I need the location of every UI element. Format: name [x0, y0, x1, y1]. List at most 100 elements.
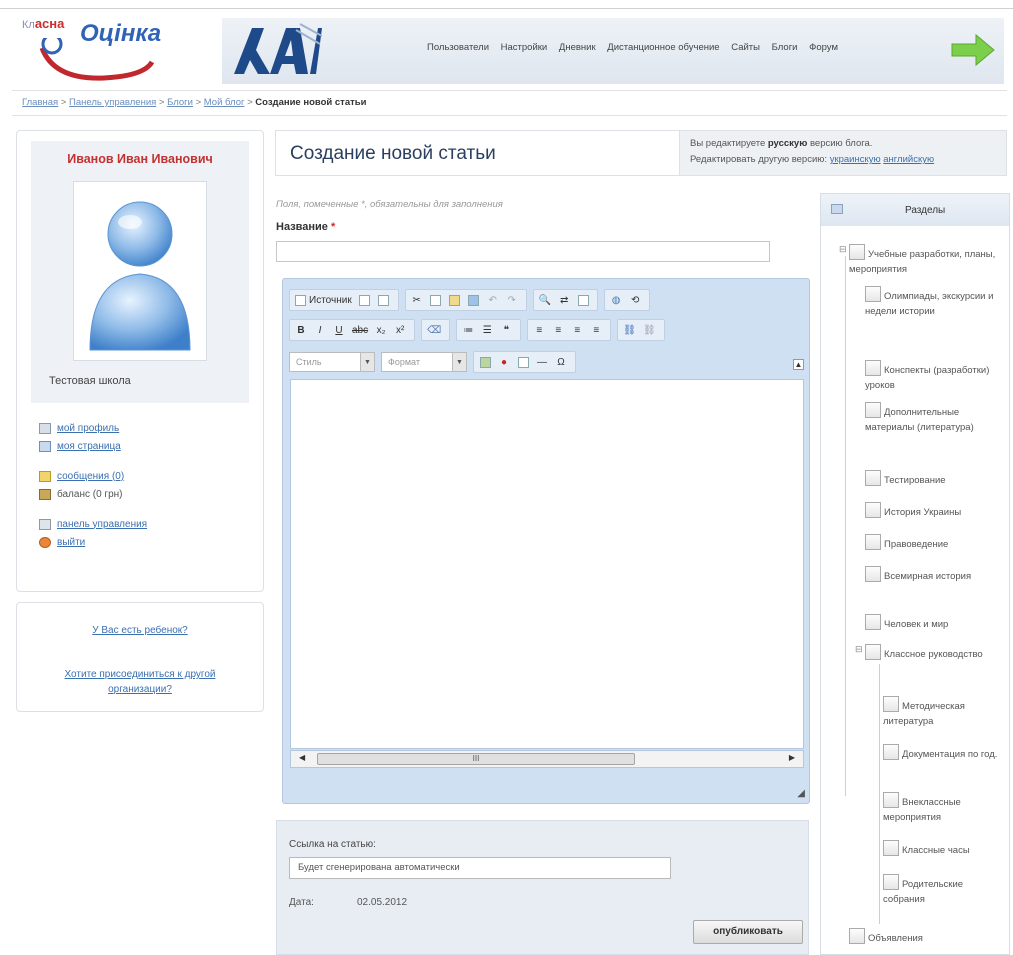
table-button[interactable] [515, 352, 531, 372]
section-item[interactable]: Правоведение [865, 534, 1007, 552]
preview-button[interactable] [357, 290, 373, 310]
date-value[interactable]: 02.05.2012 [357, 897, 407, 908]
align-right-button[interactable]: ≡ [569, 320, 585, 340]
undo-button[interactable]: ↶ [485, 290, 501, 310]
breadcrumb-control-panel[interactable]: Панель управления [69, 97, 156, 108]
nav-sites[interactable]: Сайты [731, 42, 760, 53]
join-organization-link[interactable]: Хотите присоединиться к другой организац… [37, 667, 243, 697]
underline-button[interactable]: U [331, 320, 347, 340]
article-link-input[interactable]: Будет сгенерирована автоматически [289, 857, 671, 879]
checkbox[interactable] [865, 470, 881, 486]
nav-forum[interactable]: Форум [809, 42, 838, 53]
bulleted-list-button[interactable]: ☰ [479, 320, 495, 340]
section-item[interactable]: Тестирование [865, 470, 1007, 488]
horizontal-rule-button[interactable]: — [534, 352, 550, 372]
style-select[interactable]: Стиль ▼ [289, 352, 375, 372]
have-child-link[interactable]: У Вас есть ребенок? [17, 625, 263, 636]
breadcrumb-home[interactable]: Главная [22, 97, 58, 108]
link-my-profile[interactable]: мой профиль [39, 419, 147, 437]
title-input[interactable] [276, 241, 770, 262]
justify-button[interactable]: ≡ [588, 320, 604, 340]
checkbox[interactable] [849, 244, 865, 260]
bold-button[interactable]: B [293, 320, 309, 340]
numbered-list-button[interactable]: ≔ [460, 320, 476, 340]
section-item[interactable]: Олимпиады, экскурсии и недели истории [865, 286, 1007, 319]
unlink-button[interactable]: ⛓ [641, 320, 658, 340]
my-profile-link[interactable]: мой профиль [57, 423, 119, 434]
nav-diary[interactable]: Дневник [559, 42, 596, 53]
avatar[interactable] [73, 181, 207, 361]
eraser-button[interactable]: ⌫ [425, 320, 443, 340]
collapse-toolbar-button[interactable]: ▲ [793, 359, 804, 370]
section-item[interactable]: История Украины [865, 502, 1007, 520]
section-item[interactable]: Методическая литература [883, 696, 1007, 729]
select-all-button[interactable] [575, 290, 591, 310]
section-item[interactable]: Классные часы [883, 840, 1007, 858]
checkbox[interactable] [883, 744, 899, 760]
checkbox[interactable] [865, 360, 881, 376]
checkbox[interactable] [865, 614, 881, 630]
checkbox[interactable] [849, 928, 865, 944]
align-center-button[interactable]: ≡ [550, 320, 566, 340]
remove-format-button[interactable]: ⟲ [627, 290, 643, 310]
checkbox[interactable] [865, 644, 881, 660]
section-item[interactable]: Конспекты (разработки) уроков [865, 360, 1007, 393]
checkbox[interactable] [865, 566, 881, 582]
blockquote-button[interactable]: ❝ [498, 320, 514, 340]
copy-button[interactable] [428, 290, 444, 310]
checkbox[interactable] [883, 840, 899, 856]
section-item[interactable]: Документация по год. [883, 744, 1007, 762]
flash-button[interactable]: ● [496, 352, 512, 372]
breadcrumb-blogs[interactable]: Блоги [167, 97, 193, 108]
horizontal-scrollbar[interactable]: ◀ III ▶ [290, 750, 804, 768]
publish-button[interactable]: опубликовать [693, 920, 803, 944]
collapse-icon[interactable]: ⊟ [855, 642, 863, 657]
english-version-link[interactable]: английскую [883, 154, 934, 165]
subscript-button[interactable]: x₂ [373, 320, 389, 340]
source-button[interactable]: Источник [293, 290, 354, 310]
checkbox[interactable] [883, 874, 899, 890]
section-item[interactable]: ⊟ Учебные разработки, планы, мероприятия [839, 244, 1005, 277]
section-item[interactable]: Объявления [849, 928, 1005, 946]
next-arrow-icon[interactable] [950, 32, 996, 68]
superscript-button[interactable]: x² [392, 320, 408, 340]
checkbox[interactable] [865, 286, 881, 302]
nav-distance-learning[interactable]: Дистанционное обучение [607, 42, 719, 53]
section-item[interactable]: Дополнительные материалы (литература) [865, 402, 1007, 435]
logout-link[interactable]: выйти [57, 537, 85, 548]
templates-button[interactable] [376, 290, 392, 310]
site-logo[interactable]: Класна Оцінка [22, 12, 182, 82]
find-button[interactable]: 🔍 [537, 290, 553, 310]
redo-button[interactable]: ↷ [504, 290, 520, 310]
section-item[interactable]: Внеклассные мероприятия [883, 792, 1007, 825]
italic-button[interactable]: I [312, 320, 328, 340]
link-logout[interactable]: выйти [39, 533, 147, 551]
ukrainian-version-link[interactable]: украинскую [830, 154, 881, 165]
collapse-icon[interactable]: ⊟ [839, 242, 847, 257]
checkbox[interactable] [865, 502, 881, 518]
editor-content-area[interactable] [290, 379, 804, 749]
paste-button[interactable] [447, 290, 463, 310]
nav-users[interactable]: Пользователи [427, 42, 489, 53]
nav-blogs[interactable]: Блоги [772, 42, 798, 53]
section-item[interactable]: ⊟ Классное руководство [855, 644, 1007, 662]
link-my-page[interactable]: моя страница [39, 437, 147, 455]
link-button[interactable]: ⛓ [621, 320, 638, 340]
section-item[interactable]: Всемирная история [865, 566, 1007, 584]
strike-button[interactable]: abc [350, 320, 370, 340]
control-panel-link[interactable]: панель управления [57, 519, 147, 530]
align-left-button[interactable]: ≡ [531, 320, 547, 340]
checkbox[interactable] [865, 402, 881, 418]
resize-handle-icon[interactable]: ◢ [797, 788, 805, 799]
spellcheck-button[interactable]: ◍ [608, 290, 624, 310]
scroll-right-icon[interactable]: ▶ [789, 753, 795, 762]
scroll-left-icon[interactable]: ◀ [299, 753, 305, 762]
scroll-thumb[interactable]: III [317, 753, 635, 765]
my-page-link[interactable]: моя страница [57, 441, 121, 452]
link-messages[interactable]: сообщения (0) [39, 467, 147, 485]
cut-button[interactable]: ✂ [409, 290, 425, 310]
checkbox[interactable] [883, 792, 899, 808]
checkbox[interactable] [865, 534, 881, 550]
messages-link[interactable]: сообщения (0) [57, 471, 124, 482]
section-item[interactable]: Родительские собрания [883, 874, 1007, 907]
